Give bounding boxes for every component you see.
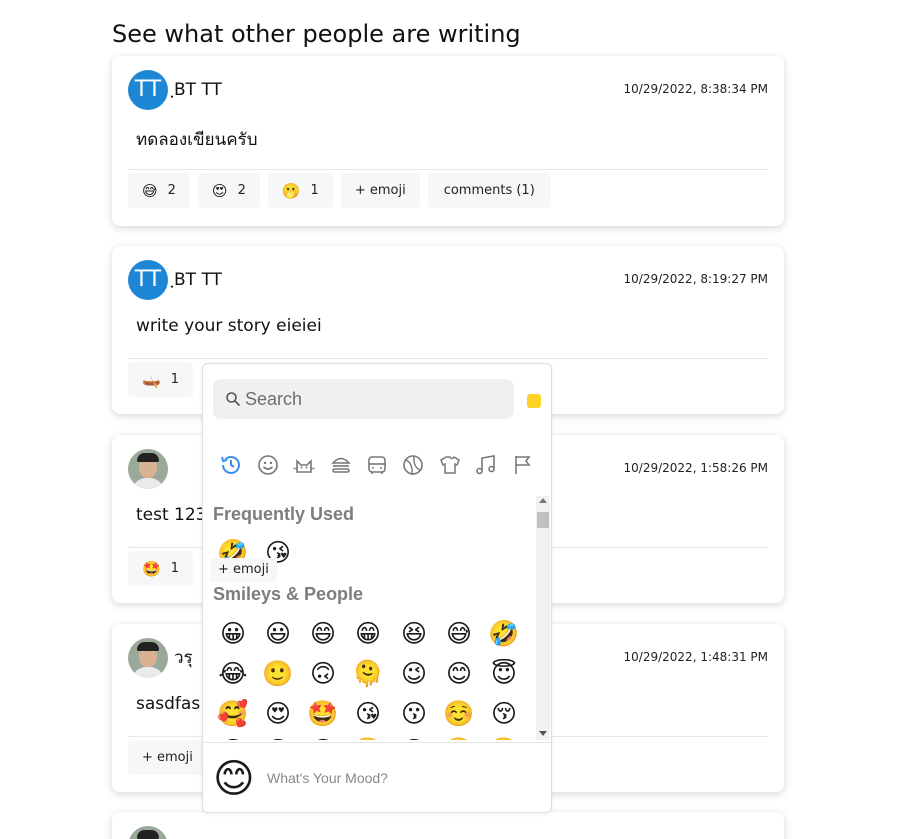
reaction-emoji: 🫢 [281,181,301,200]
emoji-item[interactable]: 🤪 [352,735,384,740]
avatar [128,638,168,678]
author-name: วรุ [174,648,193,668]
section-title: Smileys & People [213,584,364,604]
add-emoji-button[interactable]: + emoji [128,740,207,775]
reaction-count: 1 [170,561,179,576]
reaction-button[interactable]: 🫢 1 [267,173,333,208]
emoji-item[interactable]: 😄 [307,618,339,650]
post-text: sasdfas [136,694,201,714]
flags-icon[interactable] [510,452,536,478]
emoji-item[interactable]: 🫠 [352,658,384,690]
reaction-count: 1 [170,372,179,387]
post-timestamp: 10/29/2022, 8:38:34 PM [623,82,768,96]
emoji-item[interactable]: 😂 [217,658,249,690]
animals-icon[interactable] [291,452,317,478]
post-text: ทดลองเขียนครับ [136,130,258,150]
emoji-item[interactable]: 😚 [488,698,520,730]
page-heading: See what other people are writing [112,20,521,48]
post-text: write your story eieiei [136,316,322,336]
reaction-emoji: 🛶 [142,370,161,389]
scrollbar-thumb[interactable] [537,512,549,528]
emoji-item[interactable]: 😇 [488,658,520,690]
symbols-icon[interactable] [473,452,499,478]
post-timestamp: 10/29/2022, 1:58:26 PM [623,461,768,475]
skin-tone-button[interactable] [527,394,541,408]
add-emoji-button[interactable]: + emoji [340,173,420,208]
avatar [128,826,168,839]
preview-text: What's Your Mood? [267,770,388,786]
avatar: TT [128,260,168,300]
emoji-item[interactable]: 😋 [217,735,249,740]
emoji-item[interactable]: 😀 [217,618,249,650]
avatar [128,449,168,489]
activity-icon[interactable] [400,452,426,478]
emoji-list: Frequently Used 🤣 😘 Smileys & People 😀 😃… [203,494,551,740]
emoji-item[interactable]: 😊 [443,658,475,690]
recent-icon[interactable] [218,452,244,478]
section-title: Frequently Used [213,504,355,524]
emoji-item[interactable]: 🥰 [217,698,249,730]
emoji-item[interactable]: 🤩 [307,698,339,730]
emoji-item[interactable]: 🤣 [488,618,520,650]
food-icon[interactable] [328,452,354,478]
category-bar [203,452,551,478]
search-input[interactable] [245,379,505,419]
reaction-count: 2 [167,183,176,198]
scroll-down-arrow-icon[interactable] [539,731,547,736]
emoji-item[interactable]: 😉 [398,658,430,690]
post-card [112,812,784,839]
emoji-picker: Frequently Used 🤣 😘 Smileys & People 😀 😃… [202,363,552,813]
emoji-item[interactable]: 😆 [398,618,430,650]
author-name: ฺBT TT [174,270,222,290]
author-name: ฺBT TT [174,80,222,100]
emoji-item[interactable]: 🤗 [488,735,520,740]
emoji-item[interactable]: 🤑 [443,735,475,740]
reaction-count: 1 [310,183,319,198]
reaction-emoji: 😅 [142,181,158,200]
emoji-item[interactable]: 😘 [352,698,384,730]
travel-icon[interactable] [364,452,390,478]
emoji-item[interactable]: 😍 [262,698,294,730]
emoji-item[interactable]: 😁 [352,618,384,650]
reaction-emoji: 😍 [211,181,228,200]
emoji-item[interactable]: 😅 [443,618,475,650]
scroll-up-arrow-icon[interactable] [539,498,547,503]
reaction-count: 2 [237,183,246,198]
emoji-item[interactable]: 🙂 [262,658,294,690]
emoji-item[interactable]: 😗 [398,698,430,730]
reaction-button[interactable]: 😍 2 [197,173,260,208]
emoji-item[interactable]: 😝 [398,735,430,740]
divider [128,358,768,359]
comments-button[interactable]: comments (1) [427,173,551,208]
reaction-button[interactable]: 🤩 1 [128,551,193,586]
reaction-button[interactable]: 🛶 1 [128,362,193,397]
smileys-icon[interactable] [255,452,281,478]
picker-preview: 😊 What's Your Mood? [203,742,551,812]
emoji-item[interactable]: 😜 [307,735,339,740]
search-icon [226,392,240,406]
avatar: TT [128,70,168,110]
emoji-item[interactable]: 😛 [262,735,294,740]
emoji-item[interactable]: 🙃 [307,658,339,690]
post-text: test 123 [136,505,207,525]
emoji-item[interactable]: 😃 [262,618,294,650]
objects-icon[interactable] [437,452,463,478]
add-emoji-button[interactable]: + emoji [210,558,277,582]
emoji-item[interactable]: ☺️ [443,698,475,730]
scrollbar[interactable] [536,496,550,740]
post-timestamp: 10/29/2022, 1:48:31 PM [623,650,768,664]
post-timestamp: 10/29/2022, 8:19:27 PM [623,272,768,286]
divider [128,169,768,170]
reaction-button[interactable]: 😅 2 [128,173,190,208]
reaction-emoji: 🤩 [142,559,161,578]
post-card: TT ฺBT TT 10/29/2022, 8:38:34 PM ทดลองเข… [112,56,784,226]
preview-emoji: 😊 [213,756,255,802]
emoji-search[interactable] [213,379,514,419]
